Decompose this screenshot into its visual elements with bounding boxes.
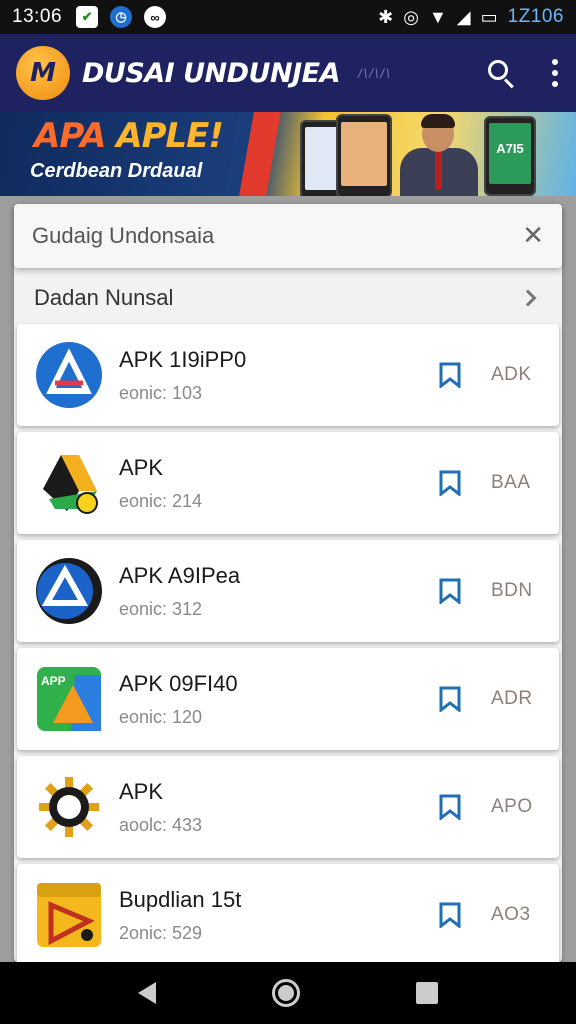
bookmark-icon[interactable] (439, 362, 461, 388)
app-subtitle: aoolc: 433 (119, 814, 203, 835)
vibrate-icon: ◎ (403, 6, 419, 27)
search-results-panel: Gudaig Undonsaia ✕ Dadan Nunsal APK 1I9i… (14, 204, 562, 966)
list-item[interactable]: Bupdlian 15t 2onic: 529 AO3 (17, 864, 559, 966)
bookmark-icon[interactable] (439, 794, 461, 820)
more-options-icon[interactable] (550, 59, 560, 87)
app-subtitle: eonic: 103 (119, 382, 203, 403)
list-item[interactable]: APP APK 09FI40 eonic: 120 ADR (17, 648, 559, 750)
section-label: Dadan Nunsal (34, 285, 174, 310)
bookmark-icon[interactable] (439, 686, 461, 712)
banner-phone-image (336, 114, 392, 196)
list-item[interactable]: APK eonic: 214 BAA (17, 432, 559, 534)
action-button[interactable]: APO (491, 796, 541, 818)
signal-icon: ◢ (456, 6, 471, 27)
banner-phone-text: A7I5 (489, 123, 531, 184)
action-button[interactable]: ADK (491, 364, 541, 386)
banner-phone-image: A7I5 (484, 116, 536, 196)
search-input[interactable]: Gudaig Undonsaia (32, 223, 522, 249)
recent-apps-icon[interactable] (416, 982, 438, 1004)
app-title: DUSAI UNDUNJEA (82, 57, 340, 89)
app-title: APK 09FI40 (119, 670, 238, 696)
section-header[interactable]: Dadan Nunsal (14, 272, 562, 324)
bookmark-icon[interactable] (439, 470, 461, 496)
app-title: APK (119, 454, 164, 480)
triangle-badge-icon (35, 557, 103, 625)
close-icon[interactable]: ✕ (522, 221, 544, 251)
chevron-right-icon[interactable] (519, 289, 537, 307)
app-title: APK A9IPea (119, 562, 241, 588)
action-button[interactable]: BDN (491, 580, 541, 602)
bookmark-icon[interactable] (439, 578, 461, 604)
search-icon[interactable] (486, 58, 516, 89)
search-bar[interactable]: Gudaig Undonsaia ✕ (14, 204, 562, 268)
navigation-bar (0, 962, 576, 1024)
action-button[interactable]: BAA (491, 472, 541, 494)
video-play-icon (35, 881, 103, 949)
banner-person-image (396, 114, 482, 196)
app-title: Bupdlian 15t (119, 886, 242, 912)
action-button[interactable]: ADR (491, 688, 541, 710)
app-subtitle: eonic: 312 (119, 598, 203, 619)
app-store-icon (35, 341, 103, 409)
status-bar: 13:06 ✔ ◷ ∞ ✱ ◎ ▼ ◢ ▭ 1Z106 (0, 0, 576, 34)
notification-app-icon: ✔ (76, 6, 99, 28)
app-logo[interactable]: M (16, 46, 70, 100)
app-subtitle: /\/\/\ (357, 65, 392, 81)
banner-title-part1: APA (34, 116, 106, 156)
list-item[interactable]: APK A9IPea eonic: 312 BDN (17, 540, 559, 642)
status-time: 13:06 (12, 6, 63, 27)
action-button[interactable]: AO3 (491, 904, 541, 926)
notification-clock-icon: ◷ (110, 6, 133, 28)
promo-banner[interactable]: APA APLE! Cerdbean Drdaual A7I5 (0, 112, 576, 196)
list-item[interactable]: APK 1I9iPP0 eonic: 103 ADK (17, 324, 559, 426)
banner-title: APA APLE! (34, 116, 224, 156)
notification-messenger-icon: ∞ (144, 6, 167, 28)
app-subtitle: 2onic: 529 (119, 922, 203, 943)
wifi-icon: ▼ (428, 6, 447, 27)
svg-text:APP: APP (41, 674, 66, 688)
status-clock-right: 1Z106 (507, 6, 564, 27)
app-title: APK 1I9iPP0 (119, 346, 247, 372)
back-icon[interactable] (138, 982, 156, 1004)
drive-triangle-icon (35, 449, 103, 517)
app-subtitle: eonic: 120 (119, 706, 203, 727)
bluetooth-icon: ✱ (378, 6, 394, 27)
banner-subtitle: Cerdbean Drdaual (30, 160, 203, 182)
app-title: APK (119, 778, 164, 804)
app-drive-icon: APP (35, 665, 103, 733)
banner-title-part2: APLE! (116, 116, 224, 156)
app-subtitle: eonic: 214 (119, 490, 203, 511)
gear-icon (35, 773, 103, 841)
app-bar: M DUSAI UNDUNJEA /\/\/\ (0, 34, 576, 112)
bookmark-icon[interactable] (439, 902, 461, 928)
home-icon[interactable] (272, 979, 300, 1007)
battery-icon: ▭ (480, 6, 498, 27)
list-item[interactable]: APK aoolc: 433 APO (17, 756, 559, 858)
